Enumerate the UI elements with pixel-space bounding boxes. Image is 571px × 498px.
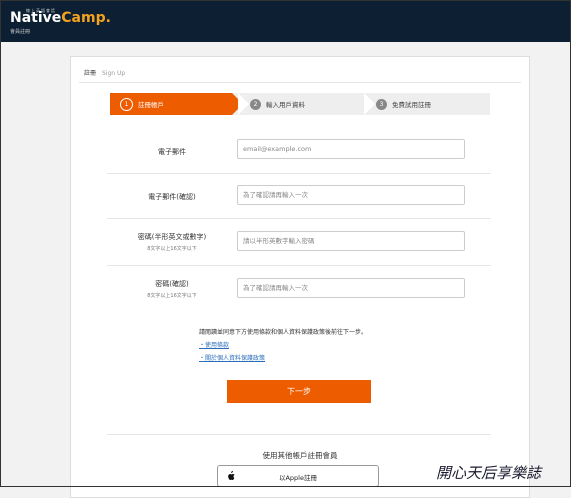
email-field[interactable] <box>237 139 465 159</box>
breadcrumb: 註冊 Sign Up <box>84 68 125 77</box>
divider <box>107 434 491 435</box>
email-row: 電子郵件 <box>107 139 491 167</box>
brand-subtitle: 會員註冊 <box>10 29 31 35</box>
terms-of-use-link[interactable]: ・使用條款 <box>199 340 229 349</box>
signup-card: 註冊 Sign Up 1 註冊帳戶 2 輸入用戶資料 3 免費試用註冊 電子郵件 … <box>70 56 530 498</box>
email-label: 電子郵件 <box>158 148 186 156</box>
password-confirm-hint: 8文字以上16文字以下 <box>147 293 197 299</box>
divider <box>107 265 491 266</box>
apple-signup-button[interactable]: 以Apple註冊 <box>217 465 379 487</box>
password-hint: 8文字以上16文字以下 <box>147 246 197 252</box>
brand-logo-main: Native <box>10 10 62 26</box>
breadcrumb-zh: 註冊 <box>84 70 97 77</box>
password-confirm-row: 密碼(確認) 8文字以上16文字以下 <box>107 277 491 307</box>
step-label: 註冊帳戶 <box>138 101 164 109</box>
step-number: 2 <box>250 98 261 110</box>
other-signup-heading: 使用其他帳戶註冊會員 <box>262 451 338 460</box>
apple-signup-label: 以Apple註冊 <box>278 474 317 482</box>
step-account: 1 註冊帳戶 <box>110 93 243 115</box>
password-label-text: 密碼(半形英文或數字) <box>137 233 207 241</box>
divider <box>107 173 491 174</box>
step-free-trial: 3 免費試用註冊 <box>364 93 490 115</box>
step-user-info: 2 輸入用戶資料 <box>238 93 370 115</box>
email-confirm-field[interactable] <box>237 185 465 205</box>
brand-logo[interactable]: NativeCamp. <box>10 10 111 26</box>
email-confirm-label: 電子郵件(確認) <box>148 193 196 201</box>
progress-steps: 1 註冊帳戶 2 輸入用戶資料 3 免費試用註冊 <box>110 93 490 115</box>
brand-logo-accent: Camp. <box>61 10 111 26</box>
watermark-text: 開心天后享樂誌 <box>436 464 542 482</box>
email-confirm-row: 電子郵件(確認) <box>107 185 491 213</box>
privacy-policy-link[interactable]: ・關於個人資料保護政策 <box>199 353 265 362</box>
password-label: 密碼(半形英文或數字) 8文字以上16文字以下 <box>107 232 237 252</box>
step-number: 3 <box>376 98 387 110</box>
password-confirm-label: 密碼(確認) 8文字以上16文字以下 <box>107 279 237 299</box>
breadcrumb-en: Sign Up <box>102 70 126 77</box>
password-field[interactable] <box>237 231 465 251</box>
password-row: 密碼(半形英文或數字) 8文字以上16文字以下 <box>107 230 491 260</box>
divider <box>79 82 521 83</box>
step-label: 輸入用戶資料 <box>266 101 305 109</box>
password-confirm-label-text: 密碼(確認) <box>155 280 189 288</box>
password-confirm-field[interactable] <box>237 278 465 298</box>
next-step-button[interactable]: 下一步 <box>227 380 371 403</box>
step-label: 免費試用註冊 <box>392 101 431 109</box>
step-number: 1 <box>120 97 133 111</box>
top-header: 線上英語會話 NativeCamp. 會員註冊 <box>0 0 571 42</box>
divider <box>107 218 491 219</box>
terms-notice: 請閱讀並同意下方使用條款和個人資料保護政策後前往下一步。 <box>199 329 368 336</box>
